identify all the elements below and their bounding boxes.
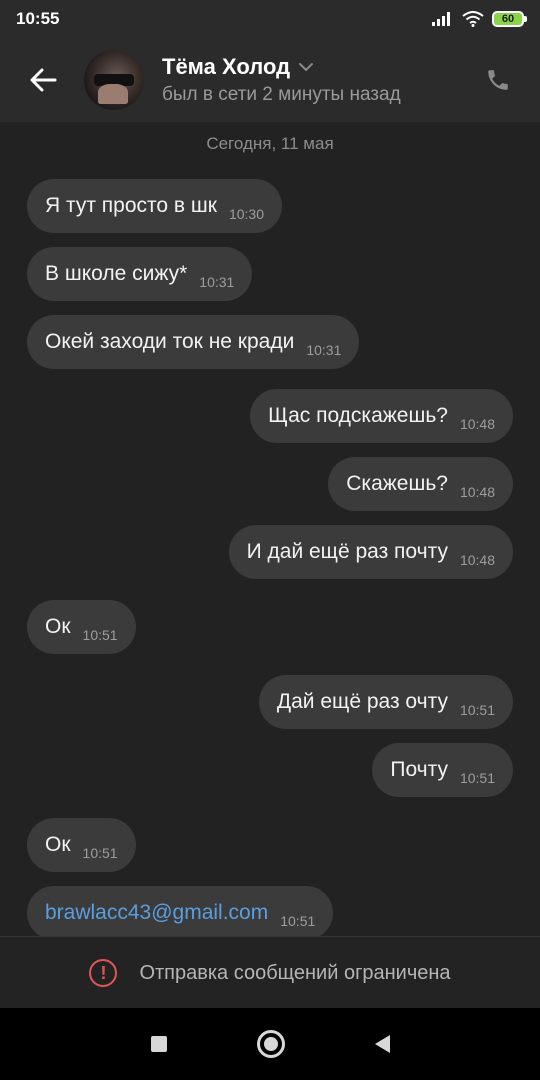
message-bubble[interactable]: И дай ещё раз почту 10:48 [228,525,513,579]
recents-button[interactable] [150,1036,167,1052]
date-separator: Сегодня, 11 мая [206,134,334,153]
navigation-bar [0,1008,540,1080]
wifi-icon [462,11,484,27]
message-bubble[interactable]: В школе сижу* 10:31 [27,247,253,301]
status-bar: 10:55 60 [0,0,540,38]
message-bubble[interactable]: Окей заходи ток не кради 10:31 [27,315,360,369]
contact-info[interactable]: Тёма Холод был в сети 2 минуты назад [162,54,478,106]
message-text: Окей заходи ток не кради [45,330,295,353]
chevron-down-icon [299,63,314,72]
message-bubble[interactable]: Дай ещё раз очту 10:51 [258,675,513,729]
call-button[interactable] [478,60,518,100]
message-text: Скажешь? [346,472,448,495]
restriction-text: Отправка сообщений ограничена [139,961,451,984]
message-time: 10:31 [199,274,235,290]
home-button[interactable] [256,1030,285,1058]
message-time: 10:51 [82,845,118,861]
message-bubble[interactable]: Почту 10:51 [372,743,513,797]
message-bubble[interactable]: Я тут просто в шк 10:30 [27,179,283,233]
message-bubble[interactable]: brawlacc43@gmail.com 10:51 [27,886,334,940]
arrow-left-icon [30,68,57,92]
message-text: И дай ещё раз почту [246,540,448,563]
message-bubble[interactable]: Ок 10:51 [27,600,136,654]
message-time: 10:30 [228,206,265,222]
message-bubble[interactable]: Скажешь? 10:48 [328,457,513,511]
message-bubble[interactable]: Щас подскажешь? 10:48 [250,389,513,443]
message-time: 10:48 [459,552,495,568]
message-text: В школе сижу* [45,262,188,285]
email-link[interactable]: brawlacc43@gmail.com [45,901,268,925]
message-text: Я тут просто в шк [45,194,217,217]
nav-back-button[interactable] [374,1035,390,1053]
message-time: 10:51 [459,770,495,786]
signal-icon [432,12,450,26]
back-button[interactable] [18,55,68,105]
chat-header: Тёма Холод был в сети 2 минуты назад [0,38,540,122]
message-bubble[interactable]: Ок 10:51 [27,818,136,872]
battery-icon: 60 [492,11,527,27]
message-text: Ок [45,615,71,638]
message-text: Почту [390,758,448,781]
message-text: Щас подскажешь? [268,404,448,427]
battery-level: 60 [501,13,515,25]
message-time: 10:51 [459,702,495,718]
phone-icon [488,70,508,90]
avatar[interactable] [84,50,144,110]
restriction-banner: ! Отправка сообщений ограничена [0,936,540,1009]
contact-name: Тёма Холод [162,54,291,79]
message-time: 10:48 [459,416,495,432]
message-text: Ок [45,833,71,856]
message-time: 10:31 [306,342,342,358]
message-time: 10:48 [459,484,495,500]
message-text: Дай ещё раз очту [276,690,448,713]
message-time: 10:51 [280,913,316,929]
status-time: 10:55 [16,9,60,28]
message-time: 10:51 [82,627,118,643]
warning-icon: ! [89,959,118,987]
status-icons: 60 [432,11,527,27]
contact-status: был в сети 2 минуты назад [162,84,401,105]
